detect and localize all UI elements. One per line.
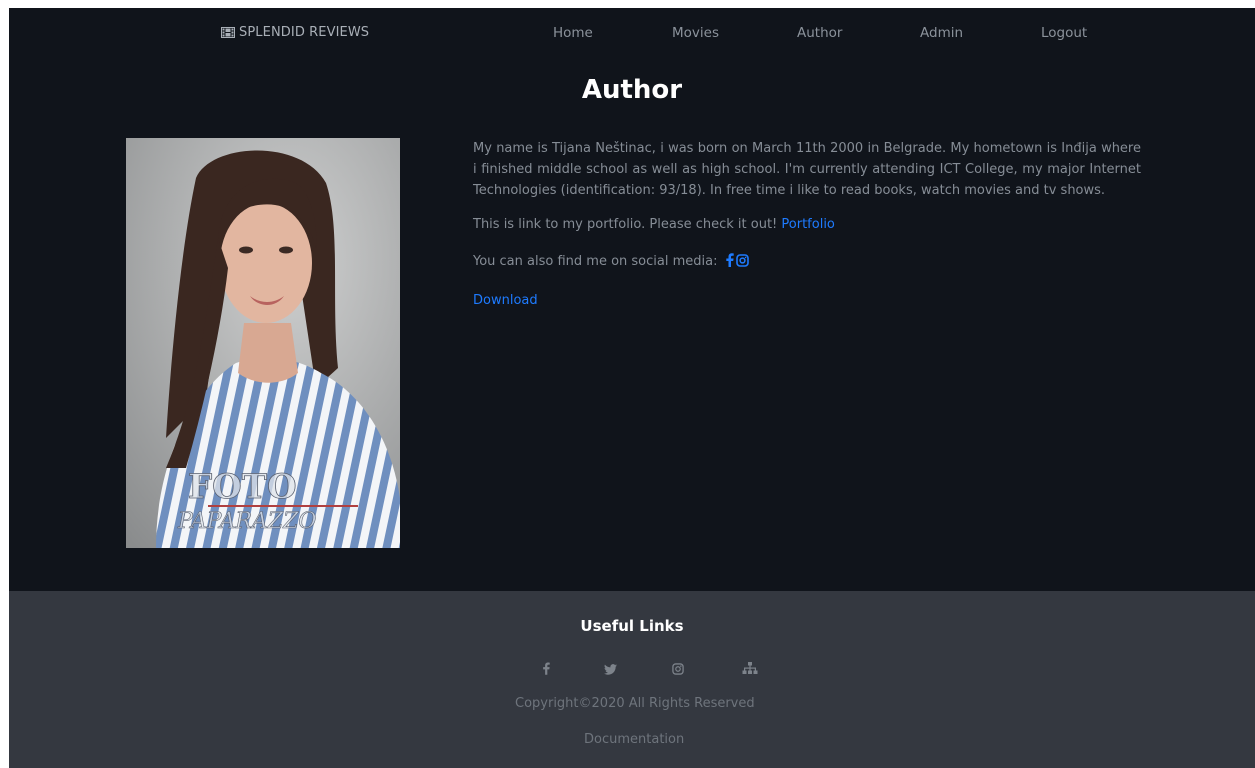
social-text: You can also find me on social media:	[473, 254, 718, 269]
portfolio-text: This is link to my portfolio. Please che…	[473, 217, 778, 232]
footer: Useful Links Copyright©2020 All Rights R…	[9, 591, 1255, 768]
download-paragraph: Download	[473, 290, 1141, 311]
author-photo: FOTO PAPARAZZO	[126, 138, 400, 548]
footer-social-icons	[539, 660, 779, 676]
instagram-icon[interactable]	[672, 660, 684, 679]
portfolio-paragraph: This is link to my portfolio. Please che…	[473, 214, 1141, 235]
page-frame: SPLENDID REVIEWS Home Movies Author Admi…	[9, 8, 1255, 768]
author-bio: My name is Tijana Neštinac, i was born o…	[473, 141, 1141, 198]
social-icons	[725, 253, 749, 274]
nav-link-home[interactable]: Home	[553, 25, 593, 41]
footer-title: Useful Links	[580, 617, 684, 635]
copyright-text: Copyright©2020 All Rights Reserved	[515, 696, 755, 711]
download-link[interactable]: Download	[473, 293, 538, 308]
twitter-icon[interactable]	[604, 660, 617, 679]
nav-link-movies[interactable]: Movies	[672, 25, 719, 41]
nav-link-logout[interactable]: Logout	[1041, 25, 1087, 41]
film-icon	[221, 27, 235, 38]
author-content: My name is Tijana Neštinac, i was born o…	[473, 138, 1141, 327]
documentation-link[interactable]: Documentation	[584, 732, 684, 747]
portfolio-link[interactable]: Portfolio	[781, 217, 834, 232]
brand-name: SPLENDID REVIEWS	[239, 25, 370, 40]
sitemap-icon[interactable]	[742, 660, 758, 679]
brand-logo[interactable]: SPLENDID REVIEWS	[221, 25, 369, 40]
watermark-foto: FOTO	[188, 467, 297, 507]
facebook-icon[interactable]	[542, 660, 550, 679]
watermark-paparazzo: PAPARAZZO	[177, 509, 316, 534]
page-title: Author	[581, 75, 683, 105]
nav-link-admin[interactable]: Admin	[920, 25, 963, 41]
nav-link-author[interactable]: Author	[797, 25, 842, 41]
facebook-icon[interactable]	[725, 253, 734, 274]
social-paragraph: You can also find me on social media:	[473, 251, 1141, 274]
instagram-icon[interactable]	[735, 253, 749, 274]
navbar: SPLENDID REVIEWS Home Movies Author Admi…	[9, 8, 1255, 60]
